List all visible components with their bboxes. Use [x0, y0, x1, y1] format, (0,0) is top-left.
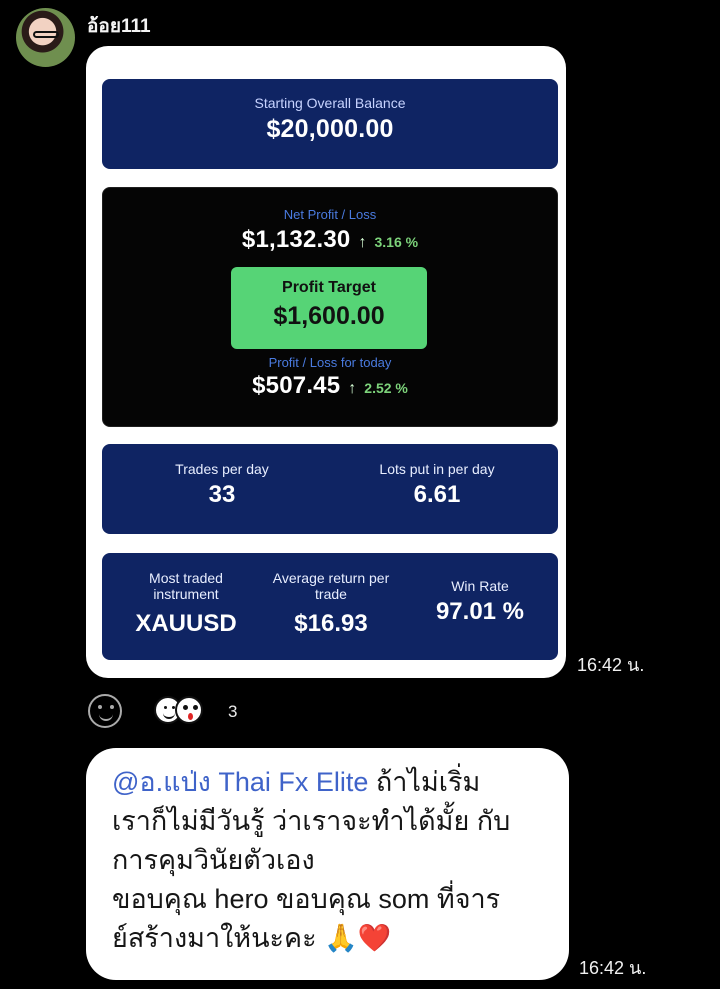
up-arrow-icon: ↑	[358, 234, 367, 251]
win-rate-stat: Win Rate 97.01 %	[420, 578, 540, 626]
today-profit-percent: 2.52 %	[364, 380, 408, 396]
average-return-value: $16.93	[294, 610, 368, 637]
message-timestamp: 16:42 น.	[579, 958, 647, 978]
message-line-5: ย์สร้างมาให้นะคะ 🙏❤️	[112, 919, 544, 958]
message-line-4: ขอบคุณ hero ขอบคุณ som ที่จาร	[112, 884, 501, 914]
lots-per-day-stat: Lots put in per day 6.61	[347, 461, 527, 509]
profit-target-value: $1,600.00	[273, 302, 385, 330]
most-traded-stat: Most traded instrument XAUUSD	[126, 570, 246, 638]
lots-per-day-value: 6.61	[413, 481, 461, 508]
lots-per-day-label: Lots put in per day	[379, 461, 495, 477]
message-text: ย์สร้างมาให้นะคะ	[112, 923, 317, 953]
message-line-1: @อ.แป่ง Thai Fx Elite ถ้าไม่เริ่ม	[112, 763, 544, 802]
trading-stats-image[interactable]: Starting Overall Balance $20,000.00 Net …	[86, 46, 566, 678]
user-avatar[interactable]	[16, 8, 75, 67]
average-return-stat: Average return per trade $16.93	[256, 570, 406, 638]
net-profit-row: $1,132.30 ↑ 3.16 %	[103, 226, 557, 254]
net-profit-value: $1,132.30	[241, 226, 351, 253]
add-reaction-smile-icon[interactable]	[88, 694, 122, 728]
message-line-2: เราก็ไม่มีวันรู้ ว่าเราจะทำได้มั้ย กับ	[112, 806, 511, 836]
win-rate-value: 97.01 %	[435, 598, 525, 625]
starting-balance-card: Starting Overall Balance $20,000.00	[102, 79, 558, 169]
trades-per-day-stat: Trades per day 33	[147, 461, 297, 509]
up-arrow-icon: ↑	[348, 380, 357, 397]
reaction-bar[interactable]: 3	[88, 694, 388, 734]
win-rate-label: Win Rate	[451, 578, 509, 594]
mention-link[interactable]: @อ.แป่ง Thai Fx Elite	[112, 767, 368, 797]
avatar-glasses-icon	[33, 31, 59, 38]
net-profit-label: Net Profit / Loss	[283, 207, 377, 222]
today-profit-label: Profit / Loss for today	[268, 355, 392, 370]
performance-card: Most traded instrument XAUUSD Average re…	[102, 553, 558, 660]
profit-target-box: Profit Target $1,600.00	[231, 267, 427, 349]
average-return-label: Average return per trade	[272, 570, 390, 602]
reaction-count[interactable]: 3	[228, 702, 237, 722]
message-bubble[interactable]: @อ.แป่ง Thai Fx Elite ถ้าไม่เริ่ม เราก็ไ…	[86, 748, 569, 980]
trades-per-day-label: Trades per day	[175, 461, 269, 477]
most-traded-label: Most traded instrument	[149, 570, 223, 602]
sender-name: อ้อย111	[87, 16, 151, 37]
surprised-sticker-icon	[175, 696, 203, 724]
reaction-stickers[interactable]	[154, 696, 206, 728]
message-timestamp: 16:42 น.	[577, 655, 645, 675]
most-traded-value: XAUUSD	[135, 610, 237, 637]
message-text: ถ้าไม่เริ่ม	[368, 767, 481, 797]
net-profit-percent: 3.16 %	[374, 234, 419, 250]
profit-target-label: Profit Target	[282, 279, 376, 296]
trades-per-day-value: 33	[208, 481, 236, 508]
pray-heart-emoji: 🙏❤️	[324, 923, 392, 953]
today-profit-value: $507.45	[252, 372, 341, 399]
starting-balance-value: $20,000.00	[266, 115, 394, 143]
profit-summary-card: Net Profit / Loss $1,132.30 ↑ 3.16 % Pro…	[102, 187, 558, 427]
today-profit-row: $507.45 ↑ 2.52 %	[103, 372, 557, 400]
starting-balance-label: Starting Overall Balance	[254, 95, 406, 111]
daily-trades-card: Trades per day 33 Lots put in per day 6.…	[102, 444, 558, 534]
message-line-3: การคุมวินัยตัวเอง	[112, 845, 315, 875]
